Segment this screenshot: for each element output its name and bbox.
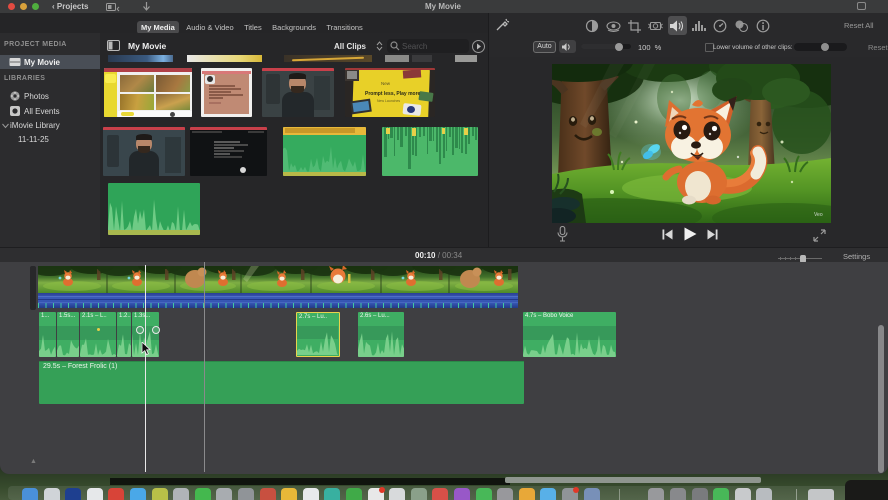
svg-text:Veo: Veo — [814, 212, 823, 218]
